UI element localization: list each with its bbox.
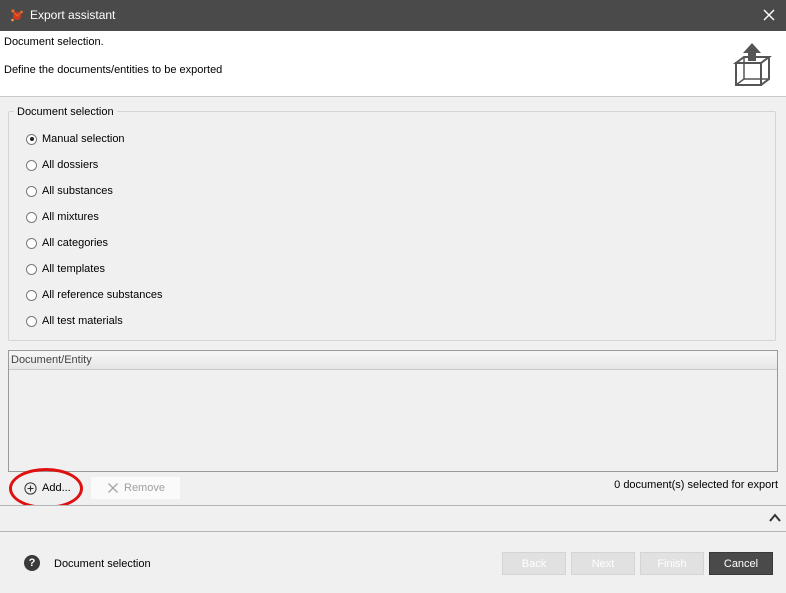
document-selection-legend: Document selection [14,106,117,118]
radio-button[interactable] [26,315,37,327]
radio-manual-selection[interactable]: Manual selection [26,131,125,147]
column-header-document-entity[interactable]: Document/Entity [9,351,777,370]
radio-all-dossiers[interactable]: All dossiers [26,157,98,173]
app-logo-icon [11,9,23,22]
radio-button[interactable] [26,133,37,145]
window-title: Export assistant [30,8,116,22]
radio-all-reference-substances[interactable]: All reference substances [26,287,162,303]
remove-button-label: Remove [124,482,165,494]
details-collapse-bar [0,505,786,532]
radio-button[interactable] [26,159,37,171]
document-entity-table[interactable]: Document/Entity [8,350,778,472]
radio-label: All reference substances [42,289,163,301]
radio-all-test-materials[interactable]: All test materials [26,313,123,329]
radio-label: All test materials [42,315,123,327]
add-button[interactable]: Add... [12,477,80,499]
step-description: Define the documents/entities to be expo… [4,64,223,76]
radio-button[interactable] [26,211,37,223]
export-box-icon [733,43,772,86]
add-button-label: Add... [42,482,71,494]
chevron-up-icon[interactable] [768,511,782,525]
radio-button[interactable] [26,237,37,249]
radio-label: All dossiers [42,159,99,171]
radio-button[interactable] [26,263,37,275]
close-icon [763,9,775,21]
radio-button[interactable] [26,185,37,197]
back-button[interactable]: Back [502,552,566,575]
wizard-header: Document selection. Define the documents… [0,31,786,97]
radio-all-substances[interactable]: All substances [26,183,113,199]
remove-button[interactable]: Remove [91,477,180,499]
radio-label: All mixtures [42,211,99,223]
radio-label: All categories [42,237,109,249]
selected-count-text: 0 document(s) selected for export [614,479,778,491]
finish-button[interactable]: Finish [640,552,704,575]
title-bar: Export assistant [0,0,786,31]
radio-all-mixtures[interactable]: All mixtures [26,209,99,225]
next-button[interactable]: Next [571,552,635,575]
radio-all-templates[interactable]: All templates [26,261,105,277]
cancel-button[interactable]: Cancel [709,552,773,575]
radio-button[interactable] [26,289,37,301]
radio-label: Manual selection [42,133,125,145]
radio-all-categories[interactable]: All categories [26,235,108,251]
footer-help-text: Document selection [54,558,151,570]
plus-circle-icon [24,481,37,495]
radio-label: All substances [42,185,113,197]
step-title: Document selection. [4,36,104,48]
remove-x-icon [108,483,118,493]
radio-label: All templates [42,263,105,275]
close-button[interactable] [756,4,782,26]
help-icon[interactable]: ? [24,555,40,571]
